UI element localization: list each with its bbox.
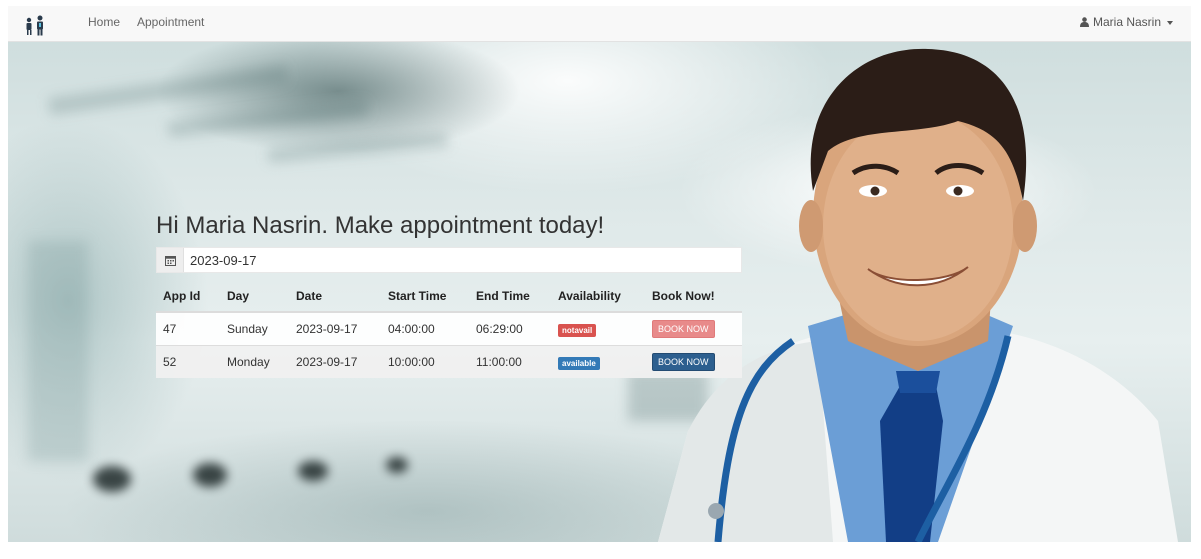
column-header: Date: [289, 281, 381, 313]
availability-badge: notavail: [558, 323, 597, 337]
user-menu-dropdown[interactable]: Maria Nasrin: [1079, 15, 1173, 29]
column-header: End Time: [469, 281, 551, 313]
cell-end-time: 06:29:00: [469, 311, 551, 346]
cell-availability: notavail: [551, 311, 645, 346]
cell-day: Monday: [220, 345, 289, 378]
column-header: Book Now!: [645, 281, 742, 313]
book-now-button[interactable]: BOOK NOW: [652, 353, 715, 371]
cell-book-now: BOOK NOW: [645, 345, 742, 378]
doctor-patient-logo-icon[interactable]: [22, 14, 52, 36]
table-row: 52 Monday 2023-09-17 10:00:00 11:00:00 a…: [156, 345, 742, 378]
column-header: Start Time: [381, 281, 469, 313]
user-icon: [1079, 17, 1089, 27]
cell-day: Sunday: [220, 311, 289, 346]
book-now-button[interactable]: BOOK NOW: [652, 320, 715, 338]
appointment-table: App Id Day Date Start Time End Time Avai…: [156, 281, 742, 378]
app-frame: Home Appointment Maria Nasrin Hi Maria N…: [8, 6, 1191, 542]
nav-home-link[interactable]: Home: [88, 15, 120, 29]
column-header: Day: [220, 281, 289, 313]
date-value[interactable]: 2023-09-17: [190, 253, 257, 268]
cell-app-id: 52: [156, 345, 220, 378]
cell-date: 2023-09-17: [289, 345, 381, 378]
cell-app-id: 47: [156, 311, 220, 346]
chevron-down-icon: [1167, 20, 1173, 25]
cell-start-time: 10:00:00: [381, 345, 469, 378]
cell-end-time: 11:00:00: [469, 345, 551, 378]
cell-book-now: BOOK NOW: [645, 311, 742, 346]
cell-availability: available: [551, 345, 645, 378]
date-picker[interactable]: 2023-09-17: [156, 247, 742, 273]
user-name: Maria Nasrin: [1092, 15, 1161, 29]
cell-start-time: 04:00:00: [381, 311, 469, 346]
column-header: App Id: [156, 281, 220, 313]
availability-badge: available: [558, 356, 600, 370]
column-header: Availability: [551, 281, 645, 313]
navbar: Home Appointment Maria Nasrin: [8, 6, 1191, 42]
calendar-icon: [157, 248, 184, 272]
table-row: 47 Sunday 2023-09-17 04:00:00 06:29:00 n…: [156, 311, 742, 346]
page-title: Hi Maria Nasrin. Make appointment today!: [156, 212, 605, 239]
cell-date: 2023-09-17: [289, 311, 381, 346]
nav-appointment-link[interactable]: Appointment: [137, 15, 204, 29]
table-header-row: App Id Day Date Start Time End Time Avai…: [156, 281, 742, 313]
